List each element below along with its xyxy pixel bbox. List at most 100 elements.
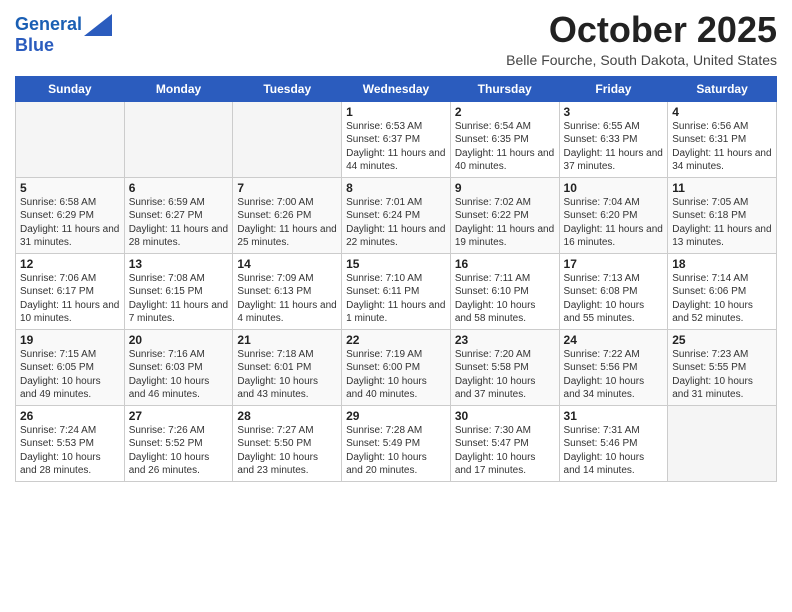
- day-info: Sunrise: 7:23 AM Sunset: 5:55 PM Dayligh…: [672, 348, 772, 402]
- day-info: Sunrise: 6:56 AM Sunset: 6:31 PM Dayligh…: [672, 120, 772, 174]
- day-number: 11: [672, 181, 772, 195]
- calendar-week-4: 19Sunrise: 7:15 AM Sunset: 6:05 PM Dayli…: [16, 329, 777, 405]
- day-info: Sunrise: 7:27 AM Sunset: 5:50 PM Dayligh…: [237, 424, 337, 478]
- calendar-cell: 10Sunrise: 7:04 AM Sunset: 6:20 PM Dayli…: [559, 177, 668, 253]
- calendar-cell: 5Sunrise: 6:58 AM Sunset: 6:29 PM Daylig…: [16, 177, 125, 253]
- calendar-cell: 15Sunrise: 7:10 AM Sunset: 6:11 PM Dayli…: [342, 253, 451, 329]
- day-number: 7: [237, 181, 337, 195]
- day-info: Sunrise: 6:58 AM Sunset: 6:29 PM Dayligh…: [20, 196, 120, 250]
- calendar-cell: 23Sunrise: 7:20 AM Sunset: 5:58 PM Dayli…: [450, 329, 559, 405]
- logo-line1: General: [15, 14, 82, 34]
- day-info: Sunrise: 7:24 AM Sunset: 5:53 PM Dayligh…: [20, 424, 120, 478]
- header-tuesday: Tuesday: [233, 76, 342, 101]
- day-info: Sunrise: 6:54 AM Sunset: 6:35 PM Dayligh…: [455, 120, 555, 174]
- calendar-cell: 17Sunrise: 7:13 AM Sunset: 6:08 PM Dayli…: [559, 253, 668, 329]
- calendar-cell: 1Sunrise: 6:53 AM Sunset: 6:37 PM Daylig…: [342, 101, 451, 177]
- day-info: Sunrise: 7:00 AM Sunset: 6:26 PM Dayligh…: [237, 196, 337, 250]
- calendar-cell: 30Sunrise: 7:30 AM Sunset: 5:47 PM Dayli…: [450, 405, 559, 481]
- day-info: Sunrise: 7:13 AM Sunset: 6:08 PM Dayligh…: [564, 272, 664, 326]
- calendar-week-3: 12Sunrise: 7:06 AM Sunset: 6:17 PM Dayli…: [16, 253, 777, 329]
- calendar-cell: 16Sunrise: 7:11 AM Sunset: 6:10 PM Dayli…: [450, 253, 559, 329]
- day-info: Sunrise: 6:59 AM Sunset: 6:27 PM Dayligh…: [129, 196, 229, 250]
- header-thursday: Thursday: [450, 76, 559, 101]
- day-number: 2: [455, 105, 555, 119]
- day-number: 24: [564, 333, 664, 347]
- calendar-cell: 27Sunrise: 7:26 AM Sunset: 5:52 PM Dayli…: [124, 405, 233, 481]
- calendar-cell: 14Sunrise: 7:09 AM Sunset: 6:13 PM Dayli…: [233, 253, 342, 329]
- header-monday: Monday: [124, 76, 233, 101]
- calendar-cell: 12Sunrise: 7:06 AM Sunset: 6:17 PM Dayli…: [16, 253, 125, 329]
- day-info: Sunrise: 7:31 AM Sunset: 5:46 PM Dayligh…: [564, 424, 664, 478]
- day-number: 22: [346, 333, 446, 347]
- day-number: 1: [346, 105, 446, 119]
- day-number: 29: [346, 409, 446, 423]
- header-saturday: Saturday: [668, 76, 777, 101]
- day-info: Sunrise: 7:15 AM Sunset: 6:05 PM Dayligh…: [20, 348, 120, 402]
- day-info: Sunrise: 7:08 AM Sunset: 6:15 PM Dayligh…: [129, 272, 229, 326]
- day-info: Sunrise: 7:01 AM Sunset: 6:24 PM Dayligh…: [346, 196, 446, 250]
- calendar-cell: 18Sunrise: 7:14 AM Sunset: 6:06 PM Dayli…: [668, 253, 777, 329]
- day-info: Sunrise: 7:30 AM Sunset: 5:47 PM Dayligh…: [455, 424, 555, 478]
- day-number: 19: [20, 333, 120, 347]
- calendar-cell: 28Sunrise: 7:27 AM Sunset: 5:50 PM Dayli…: [233, 405, 342, 481]
- calendar-cell: 21Sunrise: 7:18 AM Sunset: 6:01 PM Dayli…: [233, 329, 342, 405]
- calendar-cell: 31Sunrise: 7:31 AM Sunset: 5:46 PM Dayli…: [559, 405, 668, 481]
- day-number: 18: [672, 257, 772, 271]
- day-number: 21: [237, 333, 337, 347]
- day-info: Sunrise: 7:11 AM Sunset: 6:10 PM Dayligh…: [455, 272, 555, 326]
- day-info: Sunrise: 6:53 AM Sunset: 6:37 PM Dayligh…: [346, 120, 446, 174]
- day-number: 9: [455, 181, 555, 195]
- calendar-cell: 26Sunrise: 7:24 AM Sunset: 5:53 PM Dayli…: [16, 405, 125, 481]
- calendar-cell: 8Sunrise: 7:01 AM Sunset: 6:24 PM Daylig…: [342, 177, 451, 253]
- calendar-cell: [233, 101, 342, 177]
- day-info: Sunrise: 7:14 AM Sunset: 6:06 PM Dayligh…: [672, 272, 772, 326]
- day-number: 8: [346, 181, 446, 195]
- day-number: 16: [455, 257, 555, 271]
- calendar-header-row: Sunday Monday Tuesday Wednesday Thursday…: [16, 76, 777, 101]
- calendar-week-1: 1Sunrise: 6:53 AM Sunset: 6:37 PM Daylig…: [16, 101, 777, 177]
- calendar-week-5: 26Sunrise: 7:24 AM Sunset: 5:53 PM Dayli…: [16, 405, 777, 481]
- day-number: 4: [672, 105, 772, 119]
- day-number: 5: [20, 181, 120, 195]
- calendar-cell: [124, 101, 233, 177]
- day-number: 15: [346, 257, 446, 271]
- calendar-cell: 2Sunrise: 6:54 AM Sunset: 6:35 PM Daylig…: [450, 101, 559, 177]
- calendar-cell: [16, 101, 125, 177]
- calendar-cell: [668, 405, 777, 481]
- calendar-cell: 6Sunrise: 6:59 AM Sunset: 6:27 PM Daylig…: [124, 177, 233, 253]
- title-block: October 2025 Belle Fourche, South Dakota…: [506, 10, 777, 68]
- header-sunday: Sunday: [16, 76, 125, 101]
- day-number: 14: [237, 257, 337, 271]
- calendar-table: Sunday Monday Tuesday Wednesday Thursday…: [15, 76, 777, 482]
- logo: General Blue: [15, 14, 112, 56]
- location-subtitle: Belle Fourche, South Dakota, United Stat…: [506, 52, 777, 68]
- month-title: October 2025: [506, 10, 777, 50]
- calendar-cell: 20Sunrise: 7:16 AM Sunset: 6:03 PM Dayli…: [124, 329, 233, 405]
- day-info: Sunrise: 7:16 AM Sunset: 6:03 PM Dayligh…: [129, 348, 229, 402]
- day-number: 17: [564, 257, 664, 271]
- day-number: 30: [455, 409, 555, 423]
- calendar-cell: 11Sunrise: 7:05 AM Sunset: 6:18 PM Dayli…: [668, 177, 777, 253]
- calendar-cell: 4Sunrise: 6:56 AM Sunset: 6:31 PM Daylig…: [668, 101, 777, 177]
- day-number: 12: [20, 257, 120, 271]
- calendar-cell: 19Sunrise: 7:15 AM Sunset: 6:05 PM Dayli…: [16, 329, 125, 405]
- day-info: Sunrise: 7:19 AM Sunset: 6:00 PM Dayligh…: [346, 348, 446, 402]
- day-number: 3: [564, 105, 664, 119]
- day-info: Sunrise: 7:04 AM Sunset: 6:20 PM Dayligh…: [564, 196, 664, 250]
- logo-line2: Blue: [15, 35, 54, 55]
- calendar-cell: 22Sunrise: 7:19 AM Sunset: 6:00 PM Dayli…: [342, 329, 451, 405]
- day-number: 31: [564, 409, 664, 423]
- calendar-cell: 25Sunrise: 7:23 AM Sunset: 5:55 PM Dayli…: [668, 329, 777, 405]
- day-info: Sunrise: 7:28 AM Sunset: 5:49 PM Dayligh…: [346, 424, 446, 478]
- calendar-week-2: 5Sunrise: 6:58 AM Sunset: 6:29 PM Daylig…: [16, 177, 777, 253]
- page-container: General Blue October 2025 Belle Fourche,…: [0, 0, 792, 487]
- day-number: 23: [455, 333, 555, 347]
- header-wednesday: Wednesday: [342, 76, 451, 101]
- calendar-cell: 7Sunrise: 7:00 AM Sunset: 6:26 PM Daylig…: [233, 177, 342, 253]
- calendar-cell: 24Sunrise: 7:22 AM Sunset: 5:56 PM Dayli…: [559, 329, 668, 405]
- logo-text: General: [15, 15, 82, 35]
- header: General Blue October 2025 Belle Fourche,…: [15, 10, 777, 68]
- day-info: Sunrise: 7:26 AM Sunset: 5:52 PM Dayligh…: [129, 424, 229, 478]
- day-info: Sunrise: 6:55 AM Sunset: 6:33 PM Dayligh…: [564, 120, 664, 174]
- header-friday: Friday: [559, 76, 668, 101]
